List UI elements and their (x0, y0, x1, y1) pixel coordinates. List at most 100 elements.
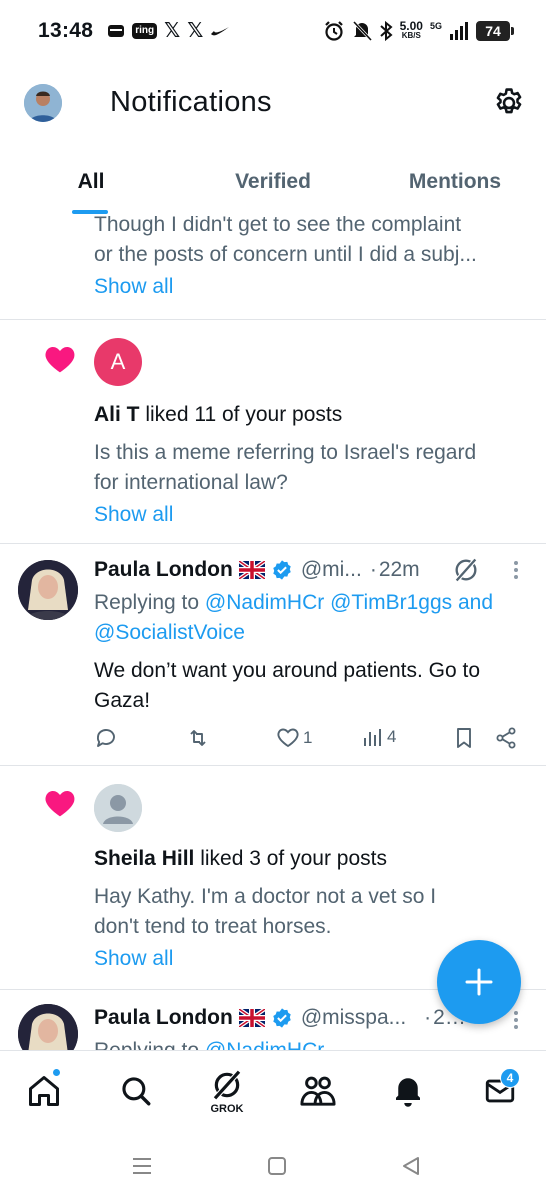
show-all-link[interactable]: Show all (94, 500, 173, 530)
separator-dot: · (424, 1006, 432, 1029)
author-avatar[interactable] (18, 1004, 78, 1050)
x-app-icon: 𝕏 (164, 20, 181, 42)
home-unread-dot (52, 1068, 61, 1077)
reply-button[interactable] (94, 726, 118, 750)
grok-icon[interactable] (452, 556, 480, 584)
views-button[interactable]: 4 (362, 726, 396, 748)
tab-mentions[interactable]: Mentions (364, 150, 546, 216)
like-notification-card[interactable]: A Ali T liked 11 of your posts Is this a… (0, 320, 546, 544)
views-chart-icon (364, 729, 381, 746)
like-button[interactable]: 1 (276, 726, 312, 750)
notification-text-line: or the posts of concern until I did a su… (94, 243, 477, 266)
post-actions: 1 4 (0, 726, 546, 756)
tab-verified[interactable]: Verified (182, 150, 364, 216)
plus-icon (465, 968, 493, 996)
liker-name[interactable]: Ali T (94, 403, 140, 426)
mention-link[interactable]: @NadimHCr (205, 591, 324, 614)
bookmark-icon (457, 728, 471, 748)
profile-avatar[interactable] (24, 84, 62, 122)
liker-name[interactable]: Sheila Hill (94, 847, 194, 870)
mention-link[interactable]: @NadimHCr (205, 1039, 324, 1050)
ring-app-icon: ring (132, 23, 158, 39)
network-type: 5G (429, 21, 442, 31)
nav-home[interactable] (24, 1071, 64, 1111)
nav-search[interactable] (116, 1071, 156, 1111)
show-all-link[interactable]: Show all (94, 272, 173, 302)
like-action-text: liked 3 of your posts (194, 847, 387, 870)
mention-link[interactable]: @TimBr1ggs (330, 591, 452, 614)
bluetooth-icon (379, 20, 393, 42)
grok-label: GROK (210, 1103, 244, 1115)
notification-card-partial[interactable]: Though I didn't get to see the complaint… (0, 216, 546, 320)
replying-to-text: Replying to @NadimHCr (94, 1036, 534, 1050)
uk-flag-icon (237, 559, 266, 581)
search-icon (122, 1077, 151, 1106)
grok-icon (213, 1069, 241, 1101)
bottom-navigation: GROK (0, 1050, 546, 1134)
tab-all-label: All (77, 170, 105, 193)
alarm-icon (323, 20, 345, 42)
more-options-icon[interactable] (506, 558, 526, 582)
nav-grok[interactable] (207, 1065, 247, 1105)
home-square-icon[interactable] (266, 1156, 288, 1181)
status-time: 13:48 (38, 19, 94, 42)
notification-feed[interactable]: Though I didn't get to see the complaint… (0, 216, 546, 1050)
mute-icon (352, 20, 372, 42)
like-heart-icon (277, 728, 299, 748)
battery-indicator: 74 (476, 21, 514, 41)
author-avatar[interactable] (18, 560, 78, 620)
default-user-avatar[interactable] (94, 784, 142, 832)
top-bar: Notifications (0, 62, 546, 146)
post-body-line: Gaza! (94, 689, 151, 712)
more-options-icon[interactable] (506, 1008, 526, 1032)
mention-link[interactable]: @SocialistVoice (94, 621, 245, 644)
heart-icon (44, 344, 76, 374)
tab-verified-label: Verified (235, 170, 311, 193)
bookmark-button[interactable] (452, 726, 476, 750)
user-avatar[interactable]: A (94, 338, 142, 386)
repost-button[interactable] (186, 726, 210, 750)
nav-notifications[interactable] (388, 1071, 428, 1111)
net-speed: 5.00 KB/S (399, 19, 423, 40)
wallet-icon (107, 23, 125, 39)
like-count: 1 (303, 728, 313, 747)
liked-post-text-line: Hay Kathy. I'm a doctor not a vet so I (94, 885, 437, 908)
like-summary: Ali T liked 11 of your posts (94, 400, 342, 430)
compose-post-button[interactable] (437, 940, 521, 1024)
nike-icon (210, 25, 230, 37)
liked-post-text-line: Is this a meme referring to Israel's reg… (94, 441, 477, 464)
status-right-icons: 5.00 KB/S 5G 74 (323, 19, 514, 42)
share-icon (496, 727, 516, 749)
liked-post-text-line: for international law? (94, 471, 288, 494)
author-name[interactable]: Paula London (94, 558, 233, 582)
post-header: Paula London @mi... · 22m (94, 558, 420, 582)
separator-dot: · (369, 558, 377, 581)
page-title: Notifications (110, 86, 272, 118)
tab-all[interactable]: All (0, 150, 182, 216)
verified-badge-icon (271, 559, 293, 581)
recents-menu-icon[interactable] (131, 1156, 153, 1181)
notification-text-line: Though I didn't get to see the complaint (94, 216, 462, 236)
liked-post-text-line: don't tend to treat horses. (94, 915, 332, 938)
show-all-link[interactable]: Show all (94, 944, 173, 974)
replying-to-text-cont: @SocialistVoice (94, 618, 534, 648)
repost-icon (190, 730, 206, 746)
heart-icon (44, 788, 76, 818)
nav-communities[interactable] (298, 1071, 338, 1111)
reply-post-card[interactable]: Paula London @mi... · 22m Replying to @N… (0, 544, 546, 766)
like-summary: Sheila Hill liked 3 of your posts (94, 844, 387, 874)
tab-mentions-label: Mentions (408, 170, 502, 193)
status-bar: 13:48 ring 𝕏 𝕏 5.00 KB/S 5G 74 (0, 0, 546, 62)
uk-flag-icon (237, 1007, 266, 1029)
back-triangle-icon[interactable] (400, 1156, 422, 1181)
share-button[interactable] (494, 726, 518, 750)
post-time: 22m (378, 558, 420, 581)
settings-gear-icon[interactable] (492, 86, 526, 120)
like-action-text: liked 11 of your posts (139, 403, 343, 426)
author-name[interactable]: Paula London (94, 1006, 233, 1030)
signal-icon (449, 21, 469, 41)
replying-to-text: Replying to @NadimHCr @TimBr1ggs and (94, 591, 494, 614)
status-left-icons: ring 𝕏 𝕏 (107, 21, 230, 41)
communities-icon (300, 1076, 336, 1106)
home-icon (29, 1076, 59, 1106)
